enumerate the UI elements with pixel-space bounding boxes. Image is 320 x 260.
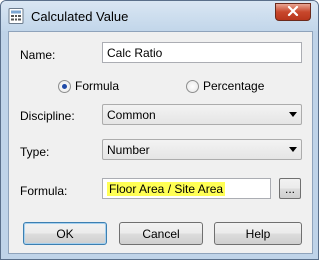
help-button[interactable]: Help: [214, 222, 302, 245]
radio-selected-dot: [62, 83, 67, 89]
dialog-window: Calculated Value Name: Calc Ratio Formul…: [0, 0, 319, 260]
discipline-select[interactable]: Common: [102, 104, 302, 125]
formula-label: Formula:: [20, 184, 68, 198]
percentage-radio-label: Percentage: [203, 79, 265, 93]
formula-radio[interactable]: Formula: [58, 79, 119, 93]
name-input[interactable]: Calc Ratio: [102, 42, 302, 63]
discipline-label: Discipline:: [20, 109, 75, 123]
formula-input[interactable]: Floor Area / Site Area: [102, 178, 271, 199]
ok-button[interactable]: OK: [23, 222, 107, 245]
dialog-body: Name: Calc Ratio Formula Percentage Disc…: [8, 31, 313, 254]
type-value: Number: [107, 143, 150, 157]
chevron-down-icon: [289, 147, 297, 152]
close-icon: [287, 5, 299, 19]
percentage-radio[interactable]: Percentage: [186, 79, 264, 93]
discipline-value: Common: [107, 108, 156, 122]
formula-browse-button[interactable]: ...: [279, 178, 301, 199]
close-button[interactable]: [275, 3, 311, 21]
window-title: Calculated Value: [31, 9, 129, 24]
cancel-button[interactable]: Cancel: [119, 222, 203, 245]
formula-value: Floor Area / Site Area: [107, 182, 226, 196]
name-label: Name:: [20, 48, 56, 62]
ok-button-label: OK: [56, 226, 74, 241]
chevron-down-icon: [289, 112, 297, 117]
help-button-label: Help: [245, 226, 271, 241]
cancel-button-label: Cancel: [142, 226, 180, 241]
ellipsis-icon: ...: [284, 181, 295, 196]
calculator-icon: [8, 8, 24, 24]
formula-radio-circle[interactable]: [58, 79, 71, 93]
title-bar[interactable]: Calculated Value: [1, 1, 318, 31]
formula-radio-label: Formula: [75, 79, 120, 93]
percentage-radio-circle[interactable]: [186, 79, 199, 93]
type-select[interactable]: Number: [102, 139, 302, 160]
type-label: Type:: [20, 145, 50, 159]
